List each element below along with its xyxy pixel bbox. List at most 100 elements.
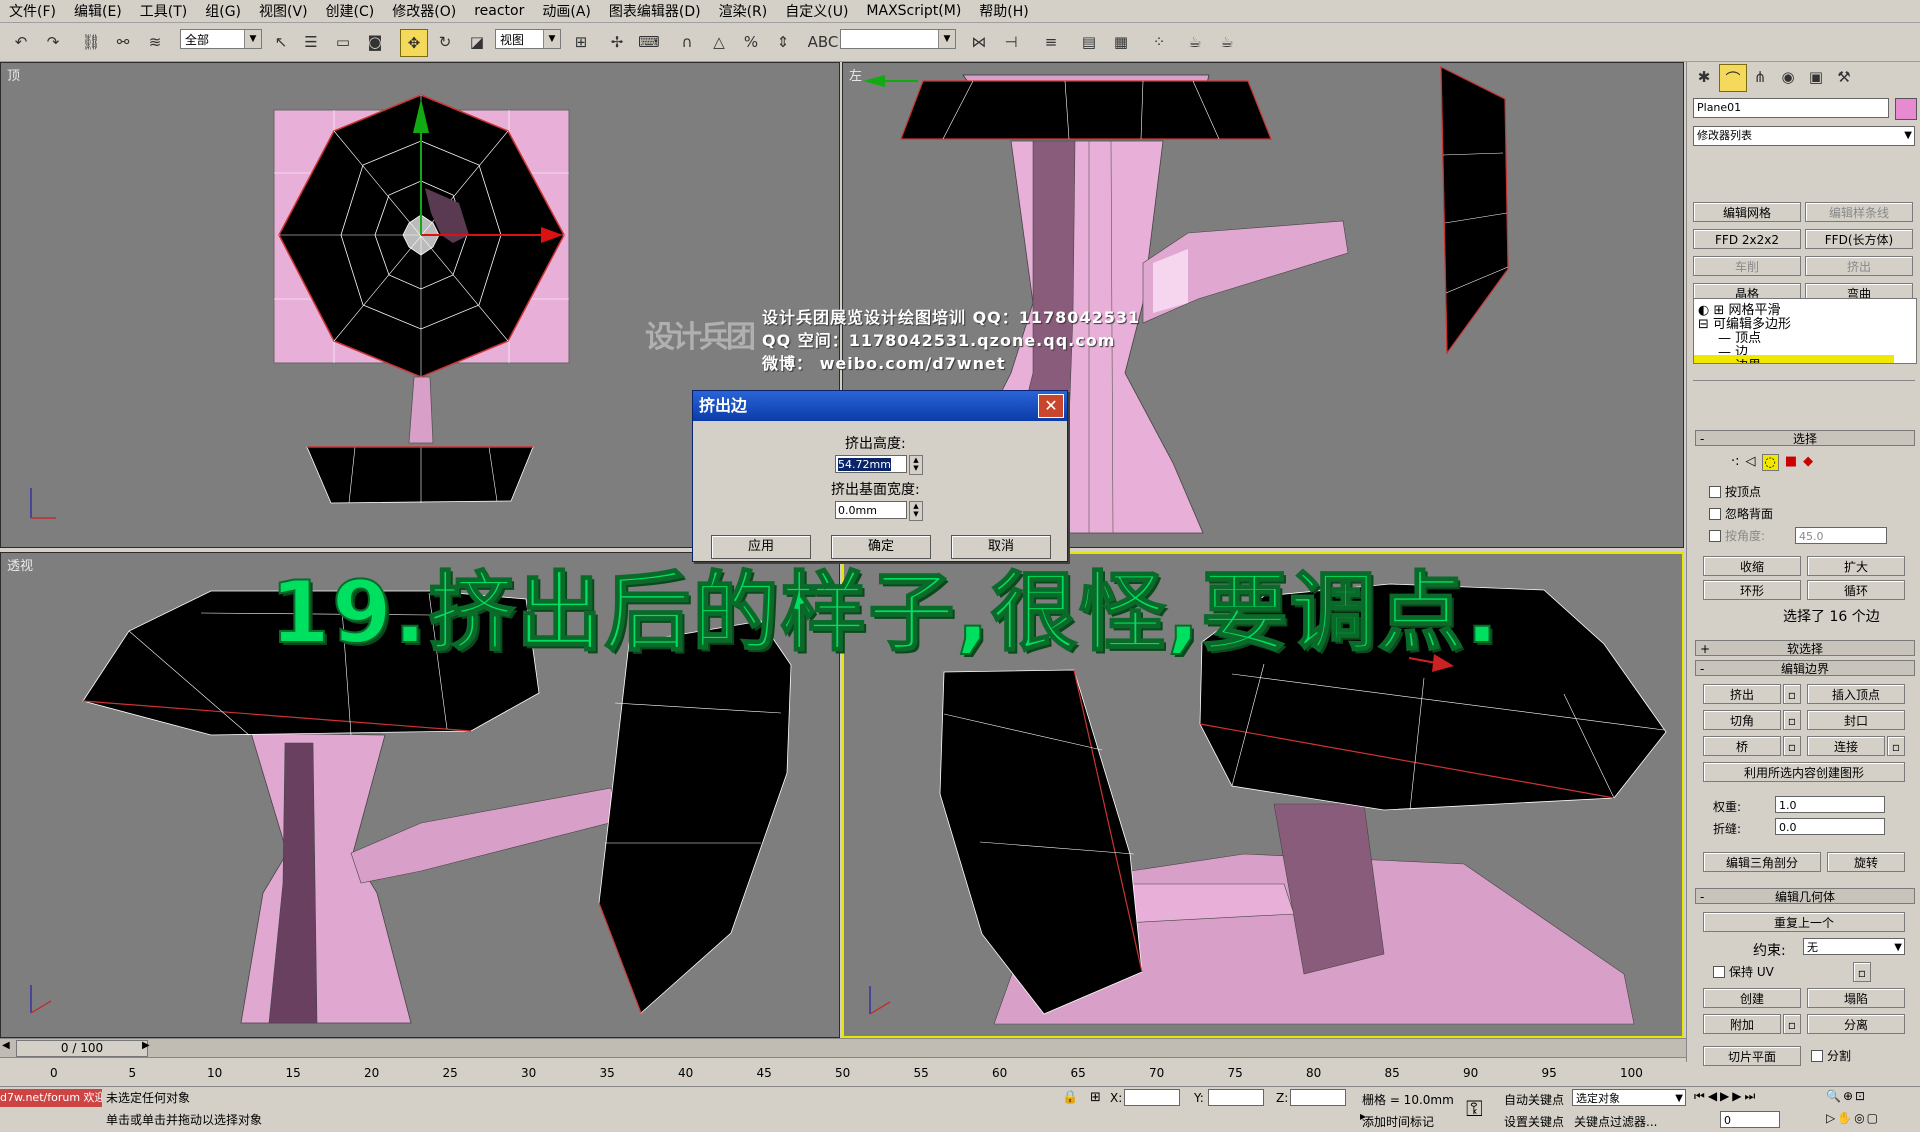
extrude-height-spinner[interactable]: ▲ ▼: [909, 455, 923, 475]
next-frame-icon[interactable]: ▶: [1732, 1089, 1744, 1103]
modifier-button[interactable]: 编辑网格: [1693, 202, 1801, 222]
loop-button[interactable]: 循环: [1807, 580, 1905, 600]
display-tab-icon[interactable]: ▣: [1803, 64, 1829, 90]
constraint-select[interactable]: 无 ▼: [1803, 938, 1905, 955]
menu-item[interactable]: 工具(T): [131, 1, 196, 21]
connect-settings-icon[interactable]: ▫: [1887, 736, 1905, 756]
y-coord-input[interactable]: [1208, 1089, 1264, 1106]
modifier-button[interactable]: 车削: [1693, 256, 1801, 276]
menu-item[interactable]: 帮助(H): [970, 1, 1037, 21]
menu-item[interactable]: reactor: [465, 3, 533, 19]
stack-item-border[interactable]: — 边界: [1694, 355, 1894, 363]
create-button[interactable]: 创建: [1703, 988, 1801, 1008]
modifier-list-select[interactable]: 修改器列表 ▼: [1693, 126, 1915, 146]
attach-button[interactable]: 附加: [1703, 1014, 1781, 1034]
weight-input[interactable]: 1.0: [1775, 796, 1885, 813]
cap-button[interactable]: 封口: [1807, 710, 1905, 730]
hierarchy-tab-icon[interactable]: ⋔: [1747, 64, 1773, 90]
menu-item[interactable]: MAXScript(M): [857, 3, 970, 19]
utilities-tab-icon[interactable]: ⚒: [1831, 64, 1857, 90]
spinner-snap-icon[interactable]: ⇕: [770, 29, 796, 55]
edit-named-sel-icon[interactable]: ABC: [808, 29, 839, 55]
rollout-edit-borders[interactable]: - 编辑边界: [1695, 660, 1915, 676]
current-frame-input[interactable]: 0: [1720, 1111, 1780, 1128]
bind-space-warp-icon[interactable]: ≋: [142, 29, 168, 55]
rect-region-icon[interactable]: ▭: [330, 29, 356, 55]
vertex-level-icon[interactable]: ·:: [1731, 454, 1740, 471]
select-rotate-icon[interactable]: ↻: [432, 29, 458, 55]
create-shape-button[interactable]: 利用所选内容创建图形: [1703, 762, 1905, 782]
pan-icon[interactable]: ✋: [1837, 1111, 1854, 1125]
bridge-button[interactable]: 桥: [1703, 736, 1781, 756]
select-scale-icon[interactable]: ◪: [464, 29, 490, 55]
menu-item[interactable]: 渲染(R): [710, 1, 777, 21]
extrude-settings-icon[interactable]: ▫: [1783, 684, 1801, 704]
field-of-view-icon[interactable]: ▷: [1826, 1111, 1837, 1125]
modifier-button[interactable]: 编辑样条线: [1805, 202, 1913, 222]
bridge-settings-icon[interactable]: ▫: [1783, 736, 1801, 756]
auto-key-button[interactable]: 自动关键点: [1504, 1091, 1564, 1108]
menu-item[interactable]: 创建(C): [317, 1, 384, 21]
rollout-selection[interactable]: - 选择: [1695, 430, 1915, 446]
percent-snap-icon[interactable]: %: [738, 29, 764, 55]
unlink-icon[interactable]: ⚯: [110, 29, 136, 55]
edit-triangulation-button[interactable]: 编辑三角剖分: [1703, 852, 1821, 872]
grow-button[interactable]: 扩大: [1807, 556, 1905, 576]
lock-icon[interactable]: 🔒: [1062, 1090, 1078, 1105]
menu-item[interactable]: 修改器(O): [383, 1, 465, 21]
modifier-button[interactable]: 挤出: [1805, 256, 1913, 276]
select-move-icon[interactable]: ✥: [400, 29, 428, 57]
turn-button[interactable]: 旋转: [1827, 852, 1905, 872]
undo-icon[interactable]: ↶: [8, 29, 34, 55]
named-selection-select[interactable]: ▼: [840, 29, 956, 49]
align-icon[interactable]: ⊣: [998, 29, 1024, 55]
extrude-button[interactable]: 挤出: [1703, 684, 1781, 704]
z-coord-input[interactable]: [1290, 1089, 1346, 1106]
curve-editor-icon[interactable]: ▤: [1076, 29, 1102, 55]
selection-filter-select[interactable]: 全部 ▼: [180, 29, 262, 49]
preserve-uv-checkbox[interactable]: [1713, 966, 1725, 978]
ref-coord-select[interactable]: 视图 ▼: [495, 29, 561, 49]
key-icon[interactable]: ⚿: [1466, 1097, 1483, 1122]
prev-frame-icon[interactable]: ◀: [1708, 1089, 1720, 1103]
material-editor-icon[interactable]: ⁘: [1146, 29, 1172, 55]
pivot-center-icon[interactable]: ⊞: [568, 29, 594, 55]
element-level-icon[interactable]: ◆: [1803, 454, 1813, 471]
manipulate-icon[interactable]: ✢: [604, 29, 630, 55]
extrude-height-input[interactable]: 54.72mm: [835, 455, 907, 473]
add-time-tag[interactable]: 添加时间标记: [1362, 1113, 1434, 1130]
repeat-last-button[interactable]: 重复上一个: [1703, 912, 1905, 932]
motion-tab-icon[interactable]: ◉: [1775, 64, 1801, 90]
quick-render-icon[interactable]: ☕: [1214, 29, 1240, 55]
detach-button[interactable]: 分离: [1807, 1014, 1905, 1034]
mirror-icon[interactable]: ⋈: [966, 29, 992, 55]
orbit-icon[interactable]: ◎: [1854, 1111, 1866, 1125]
menu-item[interactable]: 视图(V): [250, 1, 317, 21]
set-key-button[interactable]: 设置关键点: [1504, 1113, 1564, 1130]
go-to-end-icon[interactable]: ⏭: [1745, 1089, 1759, 1103]
by-angle-checkbox[interactable]: [1709, 530, 1721, 542]
layer-manager-icon[interactable]: ≡: [1038, 29, 1064, 55]
x-coord-input[interactable]: [1124, 1089, 1180, 1106]
collapse-button[interactable]: 塌陷: [1807, 988, 1905, 1008]
select-object-icon[interactable]: ↖: [268, 29, 294, 55]
angle-input[interactable]: 45.0: [1795, 527, 1887, 544]
keyboard-shortcut-icon[interactable]: ⌨: [636, 29, 662, 55]
modify-tab-icon[interactable]: ⌒: [1719, 64, 1747, 92]
maximize-viewport-icon[interactable]: ▢: [1867, 1111, 1880, 1125]
schematic-view-icon[interactable]: ▦: [1108, 29, 1134, 55]
selected-object-select[interactable]: 选定对象 ▼: [1572, 1089, 1686, 1106]
shrink-button[interactable]: 收缩: [1703, 556, 1801, 576]
chamfer-button[interactable]: 切角: [1703, 710, 1781, 730]
chamfer-settings-icon[interactable]: ▫: [1783, 710, 1801, 730]
zoom-extents-icon[interactable]: ⊡: [1855, 1089, 1867, 1103]
angle-snap-icon[interactable]: △: [706, 29, 732, 55]
object-color-swatch[interactable]: [1895, 98, 1917, 120]
extrude-base-spinner[interactable]: ▲ ▼: [909, 501, 923, 521]
zoom-icon[interactable]: 🔍: [1826, 1089, 1843, 1103]
slice-plane-button[interactable]: 切片平面: [1703, 1046, 1801, 1066]
polygon-level-icon[interactable]: ■: [1785, 454, 1797, 471]
close-icon[interactable]: ✕: [1038, 394, 1064, 418]
border-level-icon[interactable]: ◌: [1761, 454, 1779, 471]
select-by-name-icon[interactable]: ☰: [298, 29, 324, 55]
